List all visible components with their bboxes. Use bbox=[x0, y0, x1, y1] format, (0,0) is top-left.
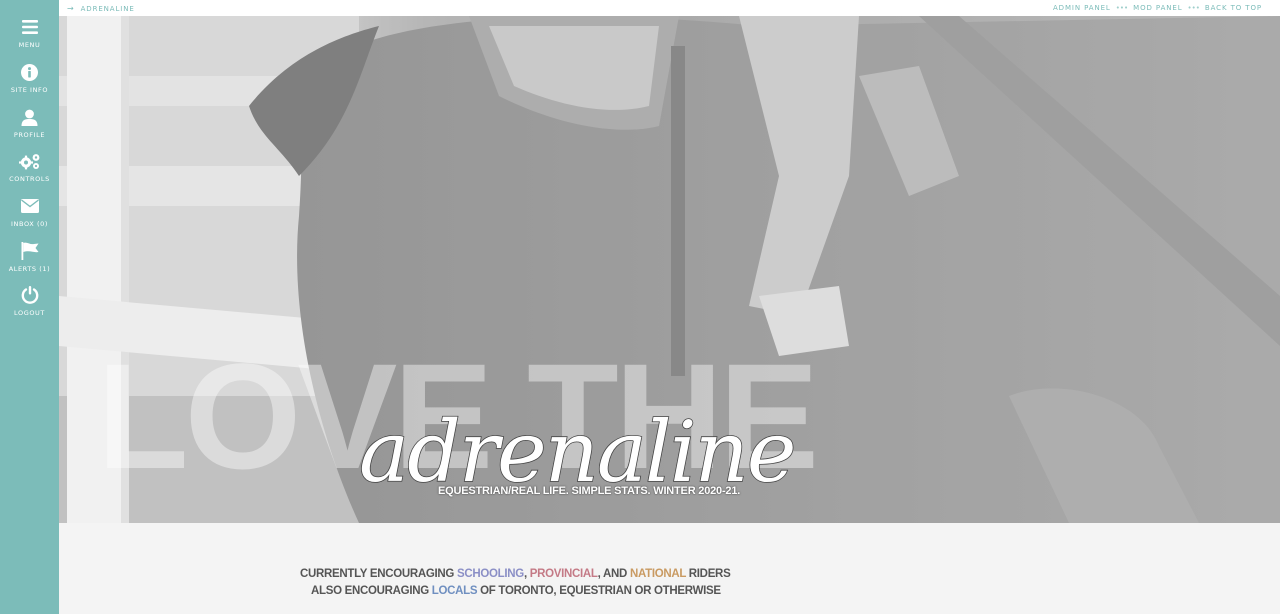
locals-highlight: LOCALS bbox=[431, 585, 478, 597]
provincial-highlight: PROVINCIAL bbox=[529, 568, 598, 580]
text-segment: OF TORONTO, EQUESTRIAN OR OTHERWISE bbox=[477, 585, 721, 597]
admin-panel-link[interactable]: ADMIN PANEL bbox=[1053, 4, 1111, 12]
user-icon bbox=[19, 106, 41, 128]
link-separator: ••• bbox=[1115, 4, 1129, 12]
sidebar-item-label: MENU bbox=[18, 41, 41, 49]
envelope-icon bbox=[19, 195, 41, 217]
sidebar: MENU SITE INFO PROFILE CONTROLS INBOX (0… bbox=[0, 0, 59, 614]
breadcrumb-link-adrenaline[interactable]: ADRENALINE bbox=[81, 5, 135, 13]
hero-tagline: EQUESTRIAN/REAL LIFE. SIMPLE STATS. WINT… bbox=[438, 485, 741, 497]
sidebar-item-label: CONTROLS bbox=[9, 175, 50, 183]
sidebar-item-controls[interactable]: CONTROLS bbox=[0, 150, 59, 190]
top-bar: → ADRENALINE ADMIN PANEL ••• MOD PANEL •… bbox=[59, 0, 1280, 16]
main-content: CURRENTLY ENCOURAGING SCHOOLING, PROVINC… bbox=[59, 523, 1280, 614]
encouraging-riders-line: CURRENTLY ENCOURAGING SCHOOLING, PROVINC… bbox=[59, 568, 1280, 580]
gears-icon bbox=[18, 150, 41, 172]
sidebar-item-site-info[interactable]: SITE INFO bbox=[0, 61, 59, 101]
hero-photo: LOVE THE adrenaline bbox=[59, 16, 1280, 523]
sidebar-item-label: ALERTS (1) bbox=[8, 265, 51, 273]
sidebar-item-alerts[interactable]: ALERTS (1) bbox=[0, 240, 59, 280]
info-icon bbox=[19, 61, 41, 83]
text-segment: , AND bbox=[597, 568, 630, 580]
power-icon bbox=[19, 284, 41, 306]
link-separator: ••• bbox=[1187, 4, 1200, 12]
sidebar-item-menu[interactable]: MENU bbox=[0, 16, 59, 56]
sidebar-item-logout[interactable]: LOGOUT bbox=[0, 284, 59, 324]
menu-icon bbox=[19, 16, 41, 38]
sidebar-item-label: LOGOUT bbox=[14, 309, 45, 317]
sidebar-item-label: SITE INFO bbox=[10, 86, 49, 94]
back-to-top-link[interactable]: BACK TO TOP bbox=[1205, 4, 1262, 12]
sidebar-item-label: INBOX (0) bbox=[11, 220, 48, 228]
mod-panel-link[interactable]: MOD PANEL bbox=[1133, 4, 1182, 12]
sidebar-item-profile[interactable]: PROFILE bbox=[0, 106, 59, 146]
text-segment: RIDERS bbox=[685, 568, 731, 580]
schooling-highlight: SCHOOLING bbox=[456, 568, 524, 580]
top-links: ADMIN PANEL ••• MOD PANEL ••• BACK TO TO… bbox=[1053, 4, 1262, 12]
flag-icon bbox=[19, 240, 41, 262]
text-segment: ALSO ENCOURAGING bbox=[311, 585, 432, 597]
text-segment: CURRENTLY ENCOURAGING bbox=[300, 568, 457, 580]
encouraging-locals-line: ALSO ENCOURAGING LOCALS OF TORONTO, EQUE… bbox=[59, 585, 1280, 597]
sidebar-item-label: PROFILE bbox=[13, 131, 46, 139]
breadcrumb: → ADRENALINE bbox=[67, 4, 135, 13]
hero-banner: LOVE THE adrenaline EQUESTRIAN/REAL LIFE… bbox=[59, 16, 1280, 523]
sidebar-item-inbox[interactable]: INBOX (0) bbox=[0, 195, 59, 235]
national-highlight: NATIONAL bbox=[629, 568, 686, 580]
arrow-right-icon: → bbox=[67, 4, 75, 13]
